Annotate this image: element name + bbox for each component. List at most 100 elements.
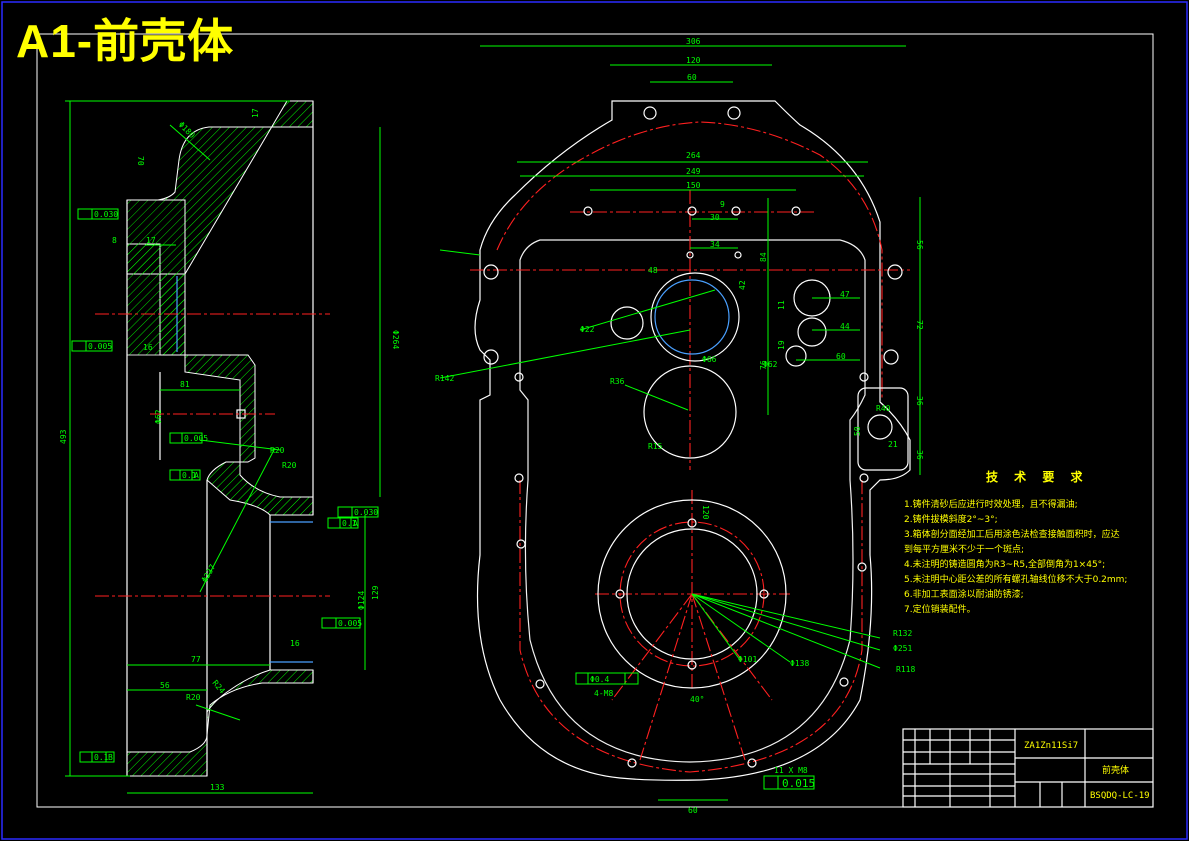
tol-parallel-1: 0.1 A [169, 469, 201, 481]
dim-21: 21 [888, 440, 898, 449]
dim-493: 493 [59, 429, 68, 444]
hole-position-tolerance: Φ0.4 4-M8 [575, 672, 639, 698]
svg-text:0.030: 0.030 [94, 210, 118, 219]
label-r132: R132 [893, 629, 912, 638]
dim-120: 120 [686, 56, 701, 65]
svg-text:A: A [194, 471, 199, 480]
dim-42: 42 [738, 280, 747, 290]
tol-perp-4: 0.1 B [79, 751, 115, 763]
tol-perp-1: 0.005 [71, 340, 113, 352]
tech-req-item-3: 3.箱体剖分面经加工后用涂色法检查接触面积时，应达 [904, 530, 1120, 540]
label-phi138: Φ138 [790, 659, 809, 668]
label-phi62: Φ62 [763, 360, 778, 369]
dim-17: 17 [251, 108, 260, 118]
dim-36b: 36 [915, 450, 924, 460]
tech-req-item-1: 1.铸件清砂后应进行时效处理，且不得漏油; [904, 500, 1078, 510]
label-r40: R40 [876, 404, 891, 413]
part-name: 前壳体 [1102, 764, 1129, 776]
tech-req-item-4: 4.未注明的铸造圆角为R3~R5,全部倒角为1×45°; [904, 560, 1106, 570]
dim-19: 19 [777, 340, 786, 350]
dim-249: 249 [686, 167, 701, 176]
tech-req-item-6: 6.非加工表面涂以耐油防锈漆; [904, 590, 1024, 600]
dim-133: 133 [210, 783, 225, 792]
svg-text:0.005: 0.005 [338, 619, 362, 628]
dim-60: 60 [687, 73, 697, 82]
svg-text:A: A [353, 519, 358, 528]
label-r20: R20 [270, 446, 285, 455]
label-r20b: R20 [282, 461, 297, 470]
label-phi101: Φ101 [738, 655, 757, 664]
label-phi251: Φ251 [893, 644, 912, 653]
dim-16: 16 [143, 343, 153, 352]
label-phi66: Φ66 [702, 355, 717, 364]
front-view: 306 120 60 264 249 150 30 34 84 48 42 47… [435, 37, 924, 815]
thread-callout: 11 X M8 0.015 [763, 766, 815, 790]
label-r15: R15 [648, 442, 663, 451]
tech-req-item-7: 7.定位销装配件。 [904, 605, 976, 615]
svg-text:4-M8: 4-M8 [594, 689, 613, 698]
dim-306: 306 [686, 37, 701, 46]
tol-perp-3: 0.005 [321, 617, 362, 629]
svg-text:0.005: 0.005 [88, 342, 112, 351]
svg-text:Φ0.4: Φ0.4 [590, 675, 609, 684]
label-r36: R36 [610, 377, 625, 386]
bolt-holes [483, 106, 903, 768]
dim-56: 56 [160, 681, 170, 690]
svg-text:0.015: 0.015 [782, 777, 815, 790]
svg-text:B: B [108, 753, 113, 762]
dim-264: Φ264 [391, 330, 400, 349]
svg-text:0.030: 0.030 [354, 508, 378, 517]
title-block: ZA1Zn11Si7 前壳体 BSQDQ-LC-19 [902, 728, 1154, 808]
label-r142: R142 [435, 374, 454, 383]
label-phi22: Φ22 [580, 325, 595, 334]
label-r20c: R20 [186, 693, 201, 702]
tech-req-title: 技 术 要 求 [986, 470, 1089, 484]
dim-44: 44 [840, 322, 850, 331]
tol-perp-2: 0.005 [169, 432, 208, 444]
dim-84: 84 [759, 252, 768, 262]
dim-72: 72 [915, 320, 924, 330]
technical-requirements: 技 术 要 求 1.铸件清砂后应进行时效处理，且不得漏油; 2.铸件拔模斜度2°… [904, 468, 1164, 619]
tech-req-item-5: 5.未注明中心距公差的所有螺孔轴线位移不大于0.2mm; [904, 575, 1128, 585]
dim-81: 81 [180, 380, 190, 389]
dim-11: 11 [777, 300, 786, 310]
left-section-view: 70 17 493 8 17 16 81 Φ264 77 56 133 129 … [59, 100, 400, 794]
tol-parallel-2: 0.1 A [327, 517, 359, 529]
label-phi124: Φ124 [357, 591, 366, 610]
dim-264: 264 [686, 151, 701, 160]
dim-47: 47 [840, 290, 850, 299]
label-phi237: Φ237 [200, 563, 218, 584]
drawing-title-banner: A1-前壳体 [16, 15, 235, 67]
dim-48: 48 [648, 266, 658, 275]
tol-flatness-2: 0.030 [337, 506, 379, 518]
label-phi62: Φ62 [154, 409, 163, 424]
dim-70: 70 [136, 156, 145, 166]
tech-req-item-2: 2.铸件拔模斜度2°~3°; [904, 515, 998, 525]
dim-34: 34 [710, 240, 720, 249]
dim-17b: 17 [146, 236, 156, 245]
tol-flatness-1: 0.030 [77, 208, 119, 220]
dim-50: 50 [853, 426, 862, 436]
dim-40deg: 40° [690, 695, 704, 704]
dim-129: 129 [371, 585, 380, 600]
svg-text:0.1: 0.1 [94, 753, 109, 762]
dim-30: 30 [710, 213, 720, 222]
dim-9: 9 [720, 200, 725, 209]
engineering-drawing: 70 17 493 8 17 16 81 Φ264 77 56 133 129 … [1, 1, 1188, 840]
dim-8: 8 [112, 236, 117, 245]
dim-36: 36 [915, 396, 924, 406]
dim-16b: 16 [290, 639, 300, 648]
dim-77: 77 [191, 655, 201, 664]
svg-text:0.005: 0.005 [184, 434, 208, 443]
dim-56: 56 [915, 240, 924, 250]
svg-text:11 X M8: 11 X M8 [774, 766, 808, 775]
tech-req-item-3b: 到每平方厘米不少于一个斑点; [904, 545, 1025, 555]
material: ZA1Zn11Si7 [1024, 741, 1078, 751]
dim-120b: 120 [701, 505, 710, 520]
dim-60b: 60 [836, 352, 846, 361]
drawing-number: BSQDQ-LC-19 [1090, 791, 1150, 801]
label-r24: R24 [210, 679, 226, 696]
label-r118: R118 [896, 665, 915, 674]
dim-60c: 60 [688, 806, 698, 815]
dim-150: 150 [686, 181, 701, 190]
